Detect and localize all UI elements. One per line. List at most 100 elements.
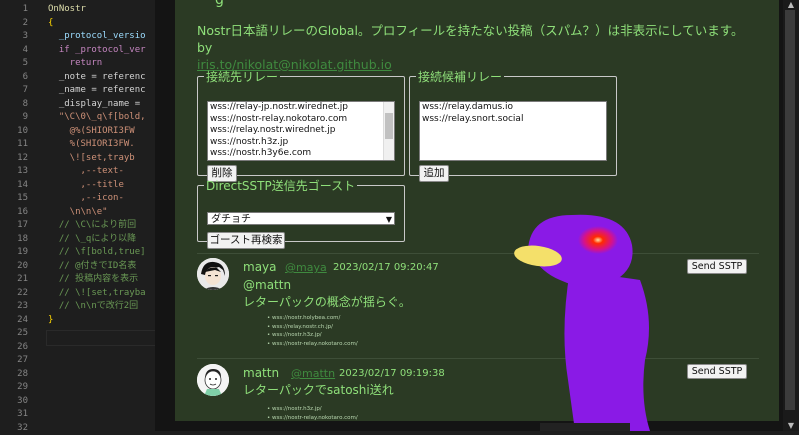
line-number: 19 [0,246,28,260]
line-number: 18 [0,233,28,247]
code-text: } [48,314,53,328]
code-line[interactable]: 2{ [0,17,160,31]
code-line[interactable]: 1 OnNostr [0,3,160,17]
code-line[interactable]: 23 // \n\nで改行2回 [0,300,160,314]
code-line[interactable]: 28 [0,368,160,382]
ghost-rescan-button[interactable]: ゴースト再検索 [207,232,285,249]
candidate-relays-listbox[interactable]: wss://relay.damus.iowss://relay.snort.so… [419,101,607,161]
line-number: 6 [0,71,28,85]
code-text: OnNostr [48,3,86,17]
code-line[interactable]: 5 return [0,57,160,71]
code-line[interactable]: 15 ,--icon- [0,192,160,206]
code-text: "\C\0\_q\f[bold, [48,111,146,125]
ghost-select-value: ダチョチ [211,214,251,225]
code-line[interactable]: 29 [0,381,160,395]
relay-option[interactable]: wss://nostr.h3z.jp [208,137,394,149]
line-number: 13 [0,165,28,179]
ghost-select[interactable]: ダチョチ ▼ [207,212,395,225]
connected-relays-group: 接続先リレー wss://relay-jp.nostr.wirednet.jpw… [197,68,405,176]
code-text: @%(SHIORI3FW [48,125,135,139]
post-relay-list: • wss://nostr.holybea.com/• wss://relay.… [267,314,358,348]
relay-option[interactable]: wss://relay.snort.social [420,114,606,126]
code-line[interactable]: 17 // \C\により前回 [0,219,160,233]
code-line[interactable]: 19 // \f[bold,true] [0,246,160,260]
code-text: ,--icon- [48,192,124,206]
code-line[interactable]: 16 \n\n\e" [0,206,160,220]
code-line[interactable]: 10 @%(SHIORI3FW [0,125,160,139]
code-text: // \f[bold,true] [48,246,146,260]
code-line[interactable]: 6 _note = referenc [0,71,160,85]
avatar[interactable] [197,258,229,290]
line-number: 1 [0,3,28,17]
divider [197,358,759,359]
line-number: 31 [0,408,28,422]
sstp-ghost-legend: DirectSSTP送信先ゴースト [204,177,357,194]
avatar[interactable] [197,364,229,396]
code-line[interactable]: 8 _display_name = [0,98,160,112]
code-line[interactable]: 4 if _protocol_ver [0,44,160,58]
code-line[interactable]: 3 _protocol_versio [0,30,160,44]
code-line[interactable]: 21 // 投稿内容を表示 [0,273,160,287]
line-number: 21 [0,273,28,287]
code-line[interactable]: 9 "\C\0\_q\f[bold, [0,111,160,125]
code-line[interactable]: 18 // \_qにより以降 [0,233,160,247]
line-number: 26 [0,341,28,355]
code-text: \n\n\e" [48,206,108,220]
code-line[interactable]: 31 [0,408,160,422]
listbox-scrollbar[interactable] [383,102,394,160]
line-number: 12 [0,152,28,166]
line-number: 11 [0,138,28,152]
post-author-name: mattn [243,366,279,380]
code-line[interactable]: 32 [0,422,160,435]
line-number: 2 [0,17,28,31]
code-line[interactable]: 24} [0,314,160,328]
candidate-relays-group: 接続候補リレー wss://relay.damus.iowss://relay.… [409,68,617,176]
post-author-handle[interactable]: @maya [285,261,327,274]
code-line[interactable]: 22 // \![set,trayba [0,287,160,301]
code-line[interactable]: 20 // @付きでID名表 [0,260,160,274]
scroll-up-icon[interactable]: ▲ [783,0,799,10]
code-text: // \C\により前回 [48,219,136,233]
line-number: 16 [0,206,28,220]
code-line[interactable]: 14 ,--title [0,179,160,193]
post-author-handle[interactable]: @mattn [291,367,335,380]
relay-option[interactable]: wss://nostr-relay.nokotaro.com [208,114,394,126]
send-sstp-button[interactable]: Send SSTP [687,259,747,274]
nostr-viewer-window: g Nostr日本語リレーのGlobal。プロフィールを持たない投稿（スパム？）… [155,0,799,431]
relay-option[interactable]: wss://relay.damus.io [420,102,606,114]
sstp-ghost-group: DirectSSTP送信先ゴースト ダチョチ ▼ ゴースト再検索 [197,177,405,242]
code-text: return [48,57,102,71]
relay-list-item: wss://nostr.holybea.com/ [272,315,340,321]
page-scrollbar[interactable]: ▲ ▼ [783,0,799,431]
line-number: 14 [0,179,28,193]
code-line[interactable]: 7 _name = referenc [0,84,160,98]
line-number: 7 [0,84,28,98]
line-number: 10 [0,125,28,139]
code-text: _name = referenc [48,84,146,98]
scroll-down-icon[interactable]: ▼ [783,421,799,431]
viewer-panel: g Nostr日本語リレーのGlobal。プロフィールを持たない投稿（スパム？）… [175,0,779,421]
post-timestamp: 2023/02/17 09:19:38 [339,368,445,379]
add-relay-button[interactable]: 追加 [419,165,449,182]
line-number: 27 [0,354,28,368]
relay-option[interactable]: wss://relay-jp.nostr.wirednet.jp [208,102,394,114]
relay-option[interactable]: wss://nostr.h3y6e.com [208,148,394,160]
code-text: _protocol_versio [48,30,146,44]
send-sstp-button[interactable]: Send SSTP [687,364,747,379]
code-line[interactable]: 12 \![set,trayb [0,152,160,166]
connected-relays-listbox[interactable]: wss://relay-jp.nostr.wirednet.jpwss://no… [207,101,395,161]
line-number: 9 [0,111,28,125]
code-line[interactable]: 27 [0,354,160,368]
code-line[interactable]: 30 [0,395,160,409]
code-text: // 投稿内容を表示 [48,273,138,287]
scrollbar-thumb[interactable] [785,10,795,410]
code-text: // \![set,trayba [48,287,146,301]
code-line[interactable]: 13 ,--text- [0,165,160,179]
relay-list-item: wss://nostr-relay.nokotaro.com/ [272,415,358,421]
line-number: 32 [0,422,28,435]
post-content: レターパックの概念が揺らぐ。 [243,293,411,310]
code-text: ,--title [48,179,124,193]
relay-option[interactable]: wss://relay.nostr.wirednet.jp [208,125,394,137]
code-line[interactable]: 11 %(SHIORI3FW. [0,138,160,152]
page-description: Nostr日本語リレーのGlobal。プロフィールを持たない投稿（スパム？）は非… [197,22,757,73]
